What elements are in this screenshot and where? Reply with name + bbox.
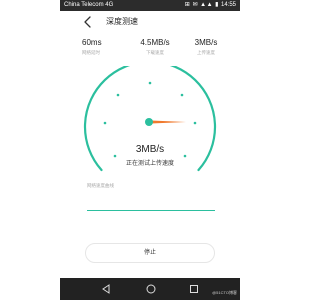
stat-download: 4.5MB/s 下载速度 (135, 38, 175, 56)
carrier-label: China Telecom 4G (64, 2, 114, 8)
phone-screen: China Telecom 4G ⊞ ✉ ▲▲ ▮ 14:55 深度测速 60m… (60, 0, 240, 300)
graph-line (87, 210, 215, 211)
stats-row: 60ms 网络延时 4.5MB/s 下载速度 3MB/s 上传速度 (60, 38, 240, 66)
gauge-needle (151, 120, 186, 124)
upload-value: 3MB/s (194, 38, 218, 47)
gauge-hub (145, 118, 153, 126)
status-bar: China Telecom 4G ⊞ ✉ ▲▲ ▮ 14:55 (60, 0, 240, 11)
nav-home-icon[interactable] (145, 283, 157, 295)
gauge-tick (148, 81, 152, 85)
speed-gauge: 3MB/s 正在测试上传速度 (60, 66, 240, 186)
chevron-left-icon (84, 16, 91, 28)
stop-button[interactable]: 停止 (85, 243, 215, 263)
ping-value: 60ms (82, 38, 102, 47)
status-icons: ⊞ ✉ ▲▲ ▮ (184, 2, 219, 8)
back-button[interactable] (81, 14, 95, 30)
status-right: ⊞ ✉ ▲▲ ▮ 14:55 (185, 0, 236, 11)
gauge-tick (180, 93, 184, 97)
stat-ping: 60ms 网络延时 (82, 38, 102, 56)
ping-label: 网络延时 (82, 50, 100, 55)
gauge-tick (113, 154, 117, 158)
gauge-tick (183, 154, 187, 158)
gauge-svg (83, 66, 217, 172)
header: 深度测速 (60, 11, 240, 33)
upload-label: 上传速度 (197, 50, 215, 55)
gauge-value: 3MB/s (135, 144, 165, 155)
watermark: @51CTO博客 (212, 290, 237, 295)
android-navbar: @51CTO博客 (60, 278, 240, 300)
clock: 14:55 (220, 2, 236, 8)
download-value: 4.5MB/s (140, 38, 170, 47)
download-label: 下载速度 (146, 50, 164, 55)
nav-back-icon[interactable] (100, 283, 112, 295)
page-title: 深度测速 (106, 17, 138, 26)
gauge-tick (193, 121, 197, 125)
speed-graph: 网络速度曲线 (60, 180, 240, 220)
gauge-status: 正在测试上传速度 (125, 161, 174, 167)
nav-recent-icon[interactable] (188, 283, 200, 295)
gauge-tick (116, 93, 120, 97)
gauge-tick (103, 121, 107, 125)
graph-label: 网络速度曲线 (87, 183, 114, 188)
stat-upload: 3MB/s 上传速度 (186, 38, 226, 56)
